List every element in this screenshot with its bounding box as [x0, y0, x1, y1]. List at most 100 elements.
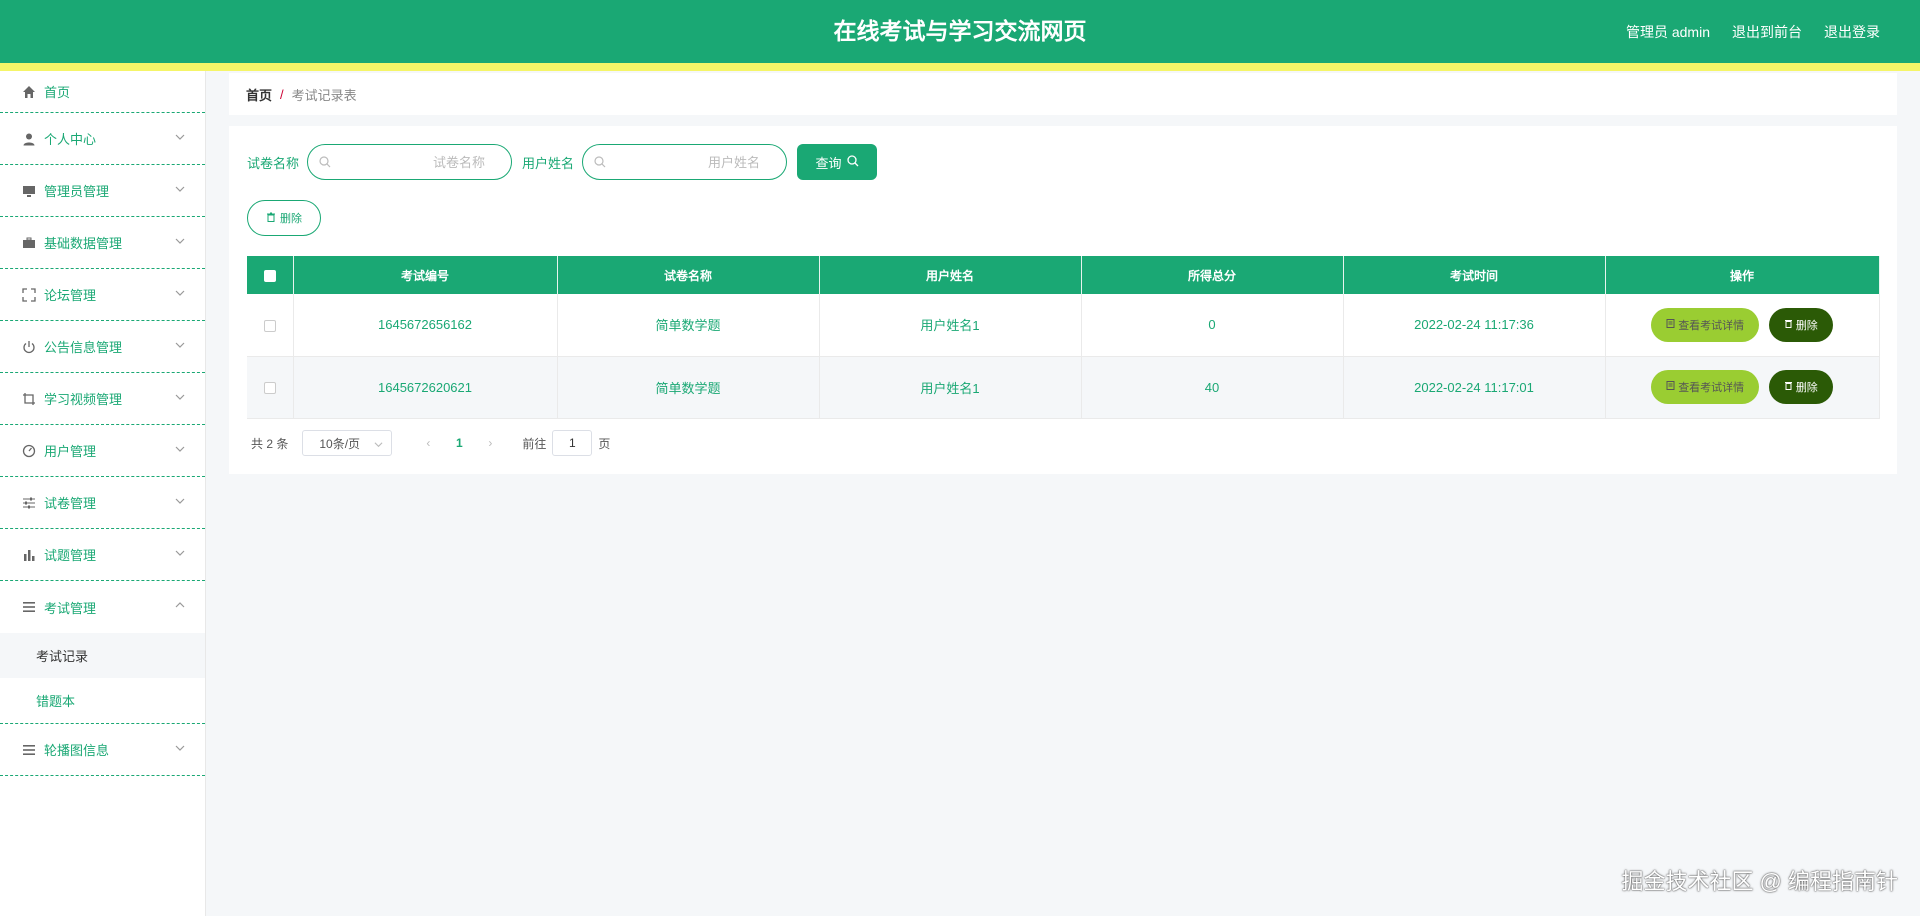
- chevron-down-icon: [175, 338, 185, 353]
- chevron-down-icon: [374, 438, 383, 452]
- sidebar-subitem-wrong-questions[interactable]: 错题本: [0, 678, 205, 723]
- table-header-row: 考试编号 试卷名称 用户姓名 所得总分 考试时间 操作: [247, 256, 1880, 294]
- user-name-cell: 用户姓名1: [819, 356, 1082, 419]
- bar-chart-icon: [22, 548, 36, 562]
- score-cell: 40: [1081, 356, 1344, 419]
- page-number-current[interactable]: 1: [442, 436, 476, 450]
- paper-name-cell: 简单数学题: [557, 356, 820, 419]
- breadcrumb-separator: /: [280, 86, 284, 102]
- exam-time-cell: 2022-02-24 11:17:36: [1343, 294, 1606, 357]
- view-details-label: 查看考试详情: [1678, 382, 1745, 394]
- user-name-label: 用户姓名: [522, 155, 575, 171]
- search-icon: [594, 156, 606, 171]
- list-icon: [22, 600, 36, 614]
- row-checkbox[interactable]: [263, 382, 276, 395]
- home-icon: [22, 85, 36, 99]
- document-icon: [1666, 381, 1675, 393]
- watermark: 掘金技术社区 @ 编程指南针: [1621, 869, 1898, 894]
- sidebar-item-label: 学习视频管理: [44, 392, 123, 407]
- row-delete-button[interactable]: 删除: [1768, 370, 1833, 404]
- monitor-icon: [22, 184, 36, 198]
- sidebar-item-admin[interactable]: 管理员管理: [0, 165, 205, 217]
- search-icon: [846, 154, 859, 170]
- paper-name-field: [307, 144, 513, 180]
- paper-name-label: 试卷名称: [247, 155, 300, 171]
- column-header[interactable]: 用户姓名: [819, 256, 1082, 294]
- chevron-down-icon: [175, 442, 185, 457]
- breadcrumb-home[interactable]: 首页: [246, 85, 272, 104]
- breadcrumb-current: 考试记录表: [291, 87, 357, 103]
- user-name-input[interactable]: [583, 145, 787, 179]
- sidebar-item-label: 首页: [44, 85, 71, 100]
- pagination-total: 共 2 条: [251, 436, 289, 451]
- sidebar-item-notice[interactable]: 公告信息管理: [0, 321, 205, 373]
- crop-icon: [22, 392, 36, 406]
- actions-cell: 查看考试详情 删除: [1605, 356, 1880, 419]
- column-header[interactable]: 所得总分: [1081, 256, 1344, 294]
- column-header[interactable]: 试卷名称: [557, 256, 820, 294]
- batch-delete-button[interactable]: 删除: [247, 200, 321, 236]
- header-stripe: [0, 63, 1920, 71]
- page-size-value: 10条/页: [319, 436, 361, 451]
- sidebar: 首页 个人中心 管理员管理 基础数据管理 论坛管理 公告信息管理 学习视频管理 …: [0, 71, 206, 916]
- sidebar-item-video[interactable]: 学习视频管理: [0, 373, 205, 425]
- select-all-checkbox[interactable]: [263, 269, 276, 282]
- column-header[interactable]: 考试时间: [1343, 256, 1606, 294]
- sidebar-item-personal-center[interactable]: 个人中心: [0, 113, 205, 165]
- sidebar-item-questions[interactable]: 试题管理: [0, 529, 205, 581]
- search-icon: [319, 156, 331, 171]
- goto-page-input[interactable]: [552, 430, 593, 456]
- sidebar-item-basic-data[interactable]: 基础数据管理: [0, 217, 205, 269]
- page-unit-label: 页: [598, 436, 611, 451]
- breadcrumb: 首页 / 考试记录表: [229, 73, 1897, 115]
- logout-link[interactable]: 退出登录: [1824, 22, 1880, 42]
- paper-name-input[interactable]: [308, 145, 512, 179]
- sidebar-item-exams[interactable]: 考试管理: [0, 581, 205, 633]
- sidebar-item-papers[interactable]: 试卷管理: [0, 477, 205, 529]
- sidebar-item-label: 论坛管理: [44, 288, 97, 303]
- sidebar-item-label: 轮播图信息: [44, 743, 110, 758]
- sidebar-subitem-exam-records[interactable]: 考试记录: [0, 633, 205, 678]
- briefcase-icon: [22, 236, 36, 250]
- power-icon: [22, 340, 36, 354]
- next-page-button[interactable]: ›: [476, 436, 504, 450]
- sidebar-item-label: 试卷管理: [44, 496, 97, 511]
- goto-label: 前往: [522, 436, 547, 451]
- sidebar-item-carousel[interactable]: 轮播图信息: [0, 724, 205, 776]
- search-form: 试卷名称 用户姓名 查询: [247, 144, 878, 180]
- trash-icon: [1784, 319, 1793, 331]
- chevron-down-icon: [175, 494, 185, 509]
- trash-icon: [266, 212, 276, 225]
- trash-icon: [1784, 381, 1793, 393]
- column-header: 操作: [1605, 256, 1880, 294]
- chevron-down-icon: [175, 182, 185, 197]
- page-size-select[interactable]: 10条/页: [302, 430, 393, 456]
- sidebar-item-label: 基础数据管理: [44, 236, 123, 251]
- chevron-down-icon: [175, 546, 185, 561]
- query-button[interactable]: 查询: [797, 144, 878, 180]
- view-details-button[interactable]: 查看考试详情: [1651, 307, 1760, 342]
- header-actions: 管理员 admin 退出到前台 退出登录: [1626, 0, 1880, 63]
- view-details-label: 查看考试详情: [1678, 319, 1745, 332]
- row-delete-button[interactable]: 删除: [1768, 307, 1833, 342]
- table-row: 1645672656162 简单数学题 用户姓名1 0 2022-02-24 1…: [247, 294, 1880, 357]
- sidebar-item-home[interactable]: 首页: [0, 71, 205, 113]
- user-icon: [22, 132, 36, 146]
- user-name-field: [582, 144, 788, 180]
- row-checkbox[interactable]: [263, 319, 276, 332]
- view-details-button[interactable]: 查看考试详情: [1651, 370, 1760, 404]
- sidebar-item-users[interactable]: 用户管理: [0, 425, 205, 477]
- column-header[interactable]: 考试编号: [293, 256, 558, 294]
- sidebar-item-label: 用户管理: [44, 444, 97, 459]
- sidebar-item-label: 公告信息管理: [44, 340, 123, 355]
- exam-id-cell: 1645672620621: [293, 356, 558, 419]
- prev-page-button[interactable]: ‹: [414, 436, 442, 450]
- current-user: 管理员 admin: [1625, 23, 1710, 40]
- odometer-icon: [22, 444, 36, 458]
- sidebar-item-forum[interactable]: 论坛管理: [0, 269, 205, 321]
- row-delete-label: 删除: [1795, 319, 1818, 332]
- list-icon: [22, 743, 36, 757]
- actions-cell: 查看考试详情 删除: [1605, 294, 1880, 357]
- back-to-front-link[interactable]: 退出到前台: [1732, 22, 1802, 42]
- exam-time-cell: 2022-02-24 11:17:01: [1343, 356, 1606, 419]
